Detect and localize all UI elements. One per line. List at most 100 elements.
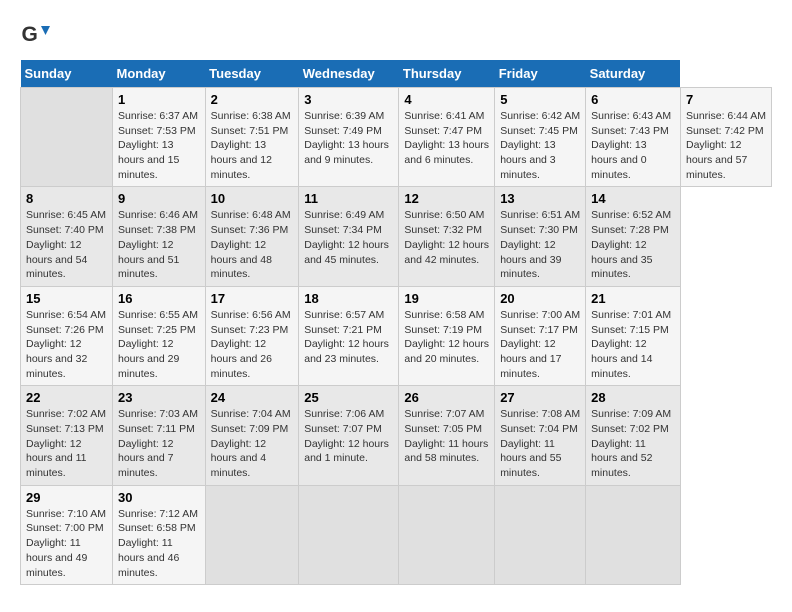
day-number: 21 — [591, 291, 675, 306]
calendar-cell: 19 Sunrise: 6:58 AMSunset: 7:19 PMDayligh… — [399, 286, 495, 385]
calendar-cell: 11Sunrise: 6:49 AMSunset: 7:34 PMDayligh… — [299, 187, 399, 286]
calendar-table: SundayMondayTuesdayWednesdayThursdayFrid… — [20, 60, 772, 585]
calendar-cell — [299, 485, 399, 584]
day-info: Sunrise: 7:07 AMSunset: 7:05 PMDaylight:… — [404, 407, 489, 466]
day-info: Sunrise: 6:38 AMSunset: 7:51 PMDaylight:… — [211, 109, 294, 182]
day-number: 4 — [404, 92, 489, 107]
calendar-cell: 2 Sunrise: 6:38 AMSunset: 7:51 PMDaylight… — [205, 88, 299, 187]
calendar-cell: 4 Sunrise: 6:41 AMSunset: 7:47 PMDaylight… — [399, 88, 495, 187]
day-number: 3 — [304, 92, 393, 107]
day-info: Sunrise: 6:48 AMSunset: 7:36 PMDaylight:… — [211, 208, 294, 281]
calendar-cell — [21, 88, 113, 187]
calendar-cell: 7 Sunrise: 6:44 AMSunset: 7:42 PMDaylight… — [680, 88, 771, 187]
day-info: Sunrise: 7:00 AMSunset: 7:17 PMDaylight:… — [500, 308, 580, 381]
day-info: Sunrise: 6:37 AMSunset: 7:53 PMDaylight:… — [118, 109, 200, 182]
calendar-cell: 23Sunrise: 7:03 AMSunset: 7:11 PMDayligh… — [112, 386, 205, 485]
day-number: 26 — [404, 390, 489, 405]
day-info: Sunrise: 7:08 AMSunset: 7:04 PMDaylight:… — [500, 407, 580, 480]
day-header-saturday: Saturday — [586, 60, 681, 88]
day-header-friday: Friday — [495, 60, 586, 88]
calendar-cell: 30 Sunrise: 7:12 AMSunset: 6:58 PMDayligh… — [112, 485, 205, 584]
calendar-cell — [205, 485, 299, 584]
calendar-cell: 12 Sunrise: 6:50 AMSunset: 7:32 PMDayligh… — [399, 187, 495, 286]
day-info: Sunrise: 6:44 AMSunset: 7:42 PMDaylight:… — [686, 109, 766, 182]
calendar-cell — [495, 485, 586, 584]
day-info: Sunrise: 6:52 AMSunset: 7:28 PMDaylight:… — [591, 208, 675, 281]
day-number: 15 — [26, 291, 107, 306]
day-number: 29 — [26, 490, 107, 505]
week-row-4: 22 Sunrise: 7:02 AMSunset: 7:13 PMDayligh… — [21, 386, 772, 485]
calendar-cell: 9 Sunrise: 6:46 AMSunset: 7:38 PMDaylight… — [112, 187, 205, 286]
day-info: Sunrise: 6:41 AMSunset: 7:47 PMDaylight:… — [404, 109, 489, 168]
day-info: Sunrise: 7:09 AMSunset: 7:02 PMDaylight:… — [591, 407, 675, 480]
day-number: 8 — [26, 191, 107, 206]
calendar-cell: 21 Sunrise: 7:01 AMSunset: 7:15 PMDayligh… — [586, 286, 681, 385]
day-number: 9 — [118, 191, 200, 206]
calendar-cell: 24 Sunrise: 7:04 AMSunset: 7:09 PMDayligh… — [205, 386, 299, 485]
day-number: 19 — [404, 291, 489, 306]
day-number: 20 — [500, 291, 580, 306]
day-number: 24 — [211, 390, 294, 405]
day-number: 13 — [500, 191, 580, 206]
week-row-3: 15 Sunrise: 6:54 AMSunset: 7:26 PMDayligh… — [21, 286, 772, 385]
calendar-cell: 18 Sunrise: 6:57 AMSunset: 7:21 PMDayligh… — [299, 286, 399, 385]
calendar-cell: 6Sunrise: 6:43 AMSunset: 7:43 PMDaylight… — [586, 88, 681, 187]
calendar-cell — [586, 485, 681, 584]
day-number: 5 — [500, 92, 580, 107]
calendar-cell — [399, 485, 495, 584]
day-number: 30 — [118, 490, 200, 505]
day-number: 11 — [304, 191, 393, 206]
svg-text:G: G — [22, 23, 38, 46]
day-info: Sunrise: 6:42 AMSunset: 7:45 PMDaylight:… — [500, 109, 580, 182]
day-info: Sunrise: 6:58 AMSunset: 7:19 PMDaylight:… — [404, 308, 489, 367]
day-number: 17 — [211, 291, 294, 306]
day-number: 14 — [591, 191, 675, 206]
day-info: Sunrise: 7:06 AMSunset: 7:07 PMDaylight:… — [304, 407, 393, 466]
day-info: Sunrise: 6:50 AMSunset: 7:32 PMDaylight:… — [404, 208, 489, 267]
day-info: Sunrise: 7:02 AMSunset: 7:13 PMDaylight:… — [26, 407, 107, 480]
week-row-5: 29 Sunrise: 7:10 AMSunset: 7:00 PMDayligh… — [21, 485, 772, 584]
day-number: 27 — [500, 390, 580, 405]
day-info: Sunrise: 6:56 AMSunset: 7:23 PMDaylight:… — [211, 308, 294, 381]
week-row-1: 1Sunrise: 6:37 AMSunset: 7:53 PMDaylight… — [21, 88, 772, 187]
day-info: Sunrise: 6:45 AMSunset: 7:40 PMDaylight:… — [26, 208, 107, 281]
day-number: 18 — [304, 291, 393, 306]
day-number: 6 — [591, 92, 675, 107]
calendar-cell: 17 Sunrise: 6:56 AMSunset: 7:23 PMDayligh… — [205, 286, 299, 385]
day-header-thursday: Thursday — [399, 60, 495, 88]
day-info: Sunrise: 6:46 AMSunset: 7:38 PMDaylight:… — [118, 208, 200, 281]
day-info: Sunrise: 6:55 AMSunset: 7:25 PMDaylight:… — [118, 308, 200, 381]
day-info: Sunrise: 7:04 AMSunset: 7:09 PMDaylight:… — [211, 407, 294, 480]
calendar-cell: 20 Sunrise: 7:00 AMSunset: 7:17 PMDayligh… — [495, 286, 586, 385]
calendar-cell: 10 Sunrise: 6:48 AMSunset: 7:36 PMDayligh… — [205, 187, 299, 286]
day-header-sunday: Sunday — [21, 60, 113, 88]
calendar-cell: 8 Sunrise: 6:45 AMSunset: 7:40 PMDaylight… — [21, 187, 113, 286]
day-info: Sunrise: 6:51 AMSunset: 7:30 PMDaylight:… — [500, 208, 580, 281]
day-info: Sunrise: 6:39 AMSunset: 7:49 PMDaylight:… — [304, 109, 393, 168]
day-info: Sunrise: 7:10 AMSunset: 7:00 PMDaylight:… — [26, 507, 107, 580]
day-info: Sunrise: 7:12 AMSunset: 6:58 PMDaylight:… — [118, 507, 200, 580]
calendar-cell: 5 Sunrise: 6:42 AMSunset: 7:45 PMDaylight… — [495, 88, 586, 187]
header-row: SundayMondayTuesdayWednesdayThursdayFrid… — [21, 60, 772, 88]
day-info: Sunrise: 6:57 AMSunset: 7:21 PMDaylight:… — [304, 308, 393, 367]
day-number: 12 — [404, 191, 489, 206]
day-number: 23 — [118, 390, 200, 405]
calendar-cell: 22 Sunrise: 7:02 AMSunset: 7:13 PMDayligh… — [21, 386, 113, 485]
header: G — [20, 20, 772, 50]
day-info: Sunrise: 7:01 AMSunset: 7:15 PMDaylight:… — [591, 308, 675, 381]
day-number: 25 — [304, 390, 393, 405]
calendar-cell: 26 Sunrise: 7:07 AMSunset: 7:05 PMDayligh… — [399, 386, 495, 485]
day-number: 10 — [211, 191, 294, 206]
logo: G — [20, 20, 54, 50]
calendar-cell: 16 Sunrise: 6:55 AMSunset: 7:25 PMDayligh… — [112, 286, 205, 385]
day-number: 2 — [211, 92, 294, 107]
calendar-cell: 15 Sunrise: 6:54 AMSunset: 7:26 PMDayligh… — [21, 286, 113, 385]
day-header-monday: Monday — [112, 60, 205, 88]
day-number: 16 — [118, 291, 200, 306]
week-row-2: 8 Sunrise: 6:45 AMSunset: 7:40 PMDaylight… — [21, 187, 772, 286]
day-number: 7 — [686, 92, 766, 107]
day-info: Sunrise: 6:54 AMSunset: 7:26 PMDaylight:… — [26, 308, 107, 381]
day-number: 28 — [591, 390, 675, 405]
calendar-cell: 28 Sunrise: 7:09 AMSunset: 7:02 PMDayligh… — [586, 386, 681, 485]
day-number: 22 — [26, 390, 107, 405]
